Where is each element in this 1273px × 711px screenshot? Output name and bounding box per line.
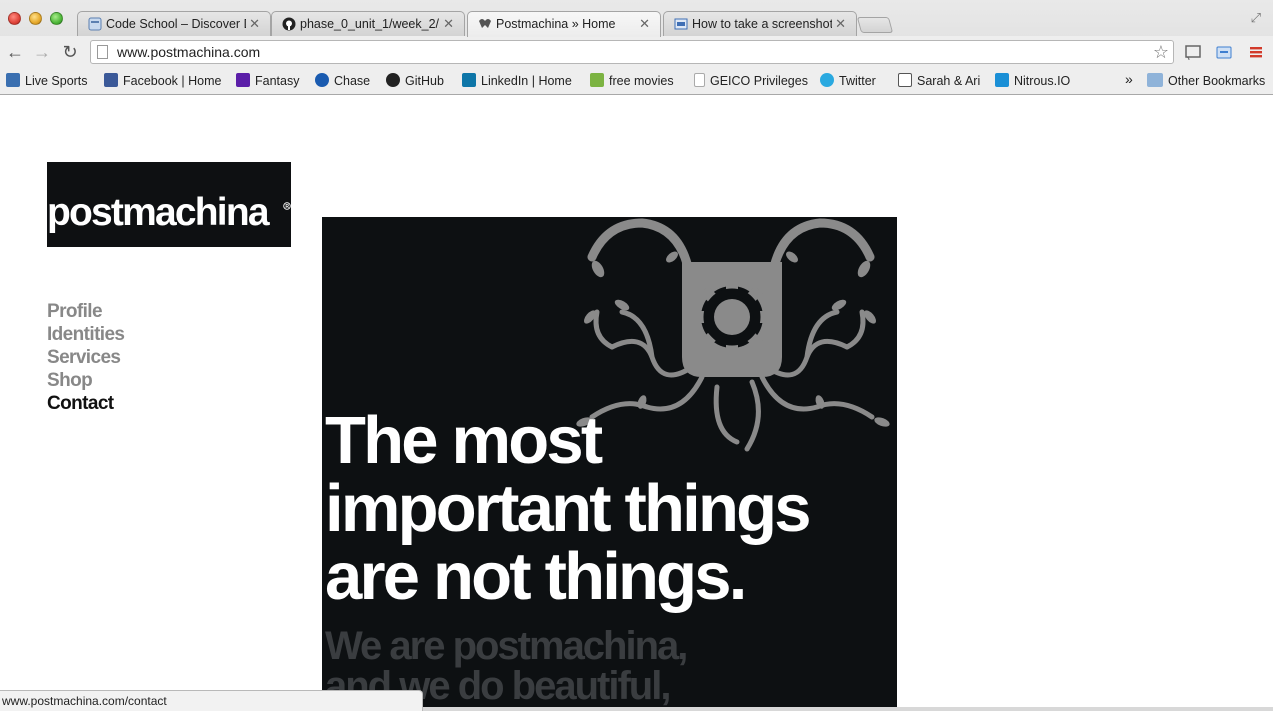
bookmark-github[interactable]: GitHub (386, 73, 444, 89)
extension-icon[interactable] (1215, 44, 1233, 60)
headline-line: The most (325, 403, 603, 478)
bookmark-chase[interactable]: Chase (315, 73, 370, 89)
nitrous-icon (995, 73, 1009, 87)
hero-headline: The most important things are not things… (325, 403, 812, 614)
close-tab-icon[interactable]: ✕ (835, 16, 846, 32)
linkedin-icon (462, 73, 476, 87)
tab-code-school[interactable]: Code School – Discover De ✕ (77, 11, 271, 36)
tab-title: How to take a screenshot (692, 17, 832, 31)
page-icon (694, 73, 705, 87)
screenshot-site-icon (674, 18, 688, 30)
code-school-icon (88, 17, 102, 31)
tab-title: Postmachina » Home (496, 17, 616, 31)
bookmark-fantasy[interactable]: Fantasy (236, 73, 299, 89)
nav-identities[interactable]: Identities (47, 323, 125, 346)
fullscreen-icon[interactable]: ⤢ (1251, 10, 1261, 26)
github-icon (386, 73, 400, 87)
cast-icon[interactable] (1184, 44, 1202, 60)
bookmark-linkedin[interactable]: LinkedIn | Home (462, 73, 572, 89)
subtext-line: We are postmachina, (325, 624, 688, 668)
postmachina-icon (479, 19, 491, 28)
forward-arrow-icon[interactable]: → (31, 41, 53, 63)
nav-contact[interactable]: Contact (47, 392, 124, 415)
folder-icon (1147, 73, 1163, 87)
other-bookmarks-folder[interactable]: Other Bookmarks (1147, 73, 1265, 89)
bookmark-geico[interactable]: GEICO Privileges (694, 73, 808, 89)
browser-chrome: Code School – Discover De ✕ phase_0_unit… (0, 0, 1273, 95)
browser-toolbar: ← → ↻ www.postmachina.com ☆ (0, 36, 1273, 68)
hero-banner: The most important things are not things… (322, 217, 897, 711)
plus-icon (590, 73, 604, 87)
nav-services[interactable]: Services (47, 346, 124, 369)
close-window-button[interactable] (8, 12, 21, 25)
bookmark-live-sports[interactable]: Live Sports (6, 73, 88, 89)
reload-icon[interactable]: ↻ (59, 41, 81, 63)
bookmark-star-icon[interactable]: ☆ (1153, 42, 1169, 63)
headline-line: important things (325, 471, 812, 546)
tab-title: phase_0_unit_1/week_2/1 (300, 17, 440, 31)
tab-title: Code School – Discover De (106, 17, 246, 31)
zoom-window-button[interactable] (50, 12, 63, 25)
new-tab-button[interactable] (856, 17, 894, 33)
site-logo[interactable]: postmachina R (47, 162, 291, 247)
nav-shop[interactable]: Shop (47, 369, 124, 392)
bookmarks-overflow-button[interactable]: » (1125, 71, 1133, 87)
tab-github[interactable]: phase_0_unit_1/week_2/1 ✕ (271, 11, 465, 36)
close-tab-icon[interactable]: ✕ (443, 16, 454, 32)
bookmark-free-movies[interactable]: free movies (590, 73, 674, 89)
twitter-icon (820, 73, 834, 87)
status-bar: www.postmachina.com/contact (0, 690, 423, 711)
logo-text: postmachina (47, 191, 270, 234)
tab-strip: Code School – Discover De ✕ phase_0_unit… (0, 0, 1273, 37)
facebook-icon (104, 73, 118, 87)
yahoo-icon (236, 73, 250, 87)
nav-profile[interactable]: Profile (47, 300, 124, 323)
bookmark-facebook[interactable]: Facebook | Home (104, 73, 221, 89)
minimize-window-button[interactable] (29, 12, 42, 25)
bookmark-sarah-ari[interactable]: Sarah & Ari (898, 73, 980, 89)
github-icon (282, 17, 296, 31)
bookmark-icon (898, 73, 912, 87)
tab-postmachina[interactable]: Postmachina » Home ✕ (467, 11, 661, 37)
bookmark-nitrous[interactable]: Nitrous.IO (995, 73, 1070, 89)
bookmark-icon (6, 73, 20, 87)
bookmarks-bar: Live Sports Facebook | Home Fantasy Chas… (0, 68, 1273, 94)
headline-line: are not things. (325, 539, 747, 614)
bookmark-twitter[interactable]: Twitter (820, 73, 876, 89)
tab-screenshot[interactable]: How to take a screenshot ✕ (663, 11, 857, 36)
back-arrow-icon[interactable]: ← (4, 41, 26, 63)
site-nav: Profile Identities Services Shop Contact (47, 300, 125, 415)
svg-text:R: R (285, 204, 289, 210)
page-icon (97, 45, 108, 59)
menu-icon[interactable] (1247, 44, 1265, 60)
close-tab-icon[interactable]: ✕ (639, 16, 650, 32)
close-tab-icon[interactable]: ✕ (249, 16, 260, 32)
page-content: postmachina R Profile Identities Service… (0, 95, 1273, 711)
chase-icon (315, 73, 329, 87)
url-text[interactable]: www.postmachina.com (117, 44, 260, 60)
registered-mark-icon: R (283, 202, 291, 210)
address-bar[interactable]: www.postmachina.com ☆ (90, 40, 1174, 64)
